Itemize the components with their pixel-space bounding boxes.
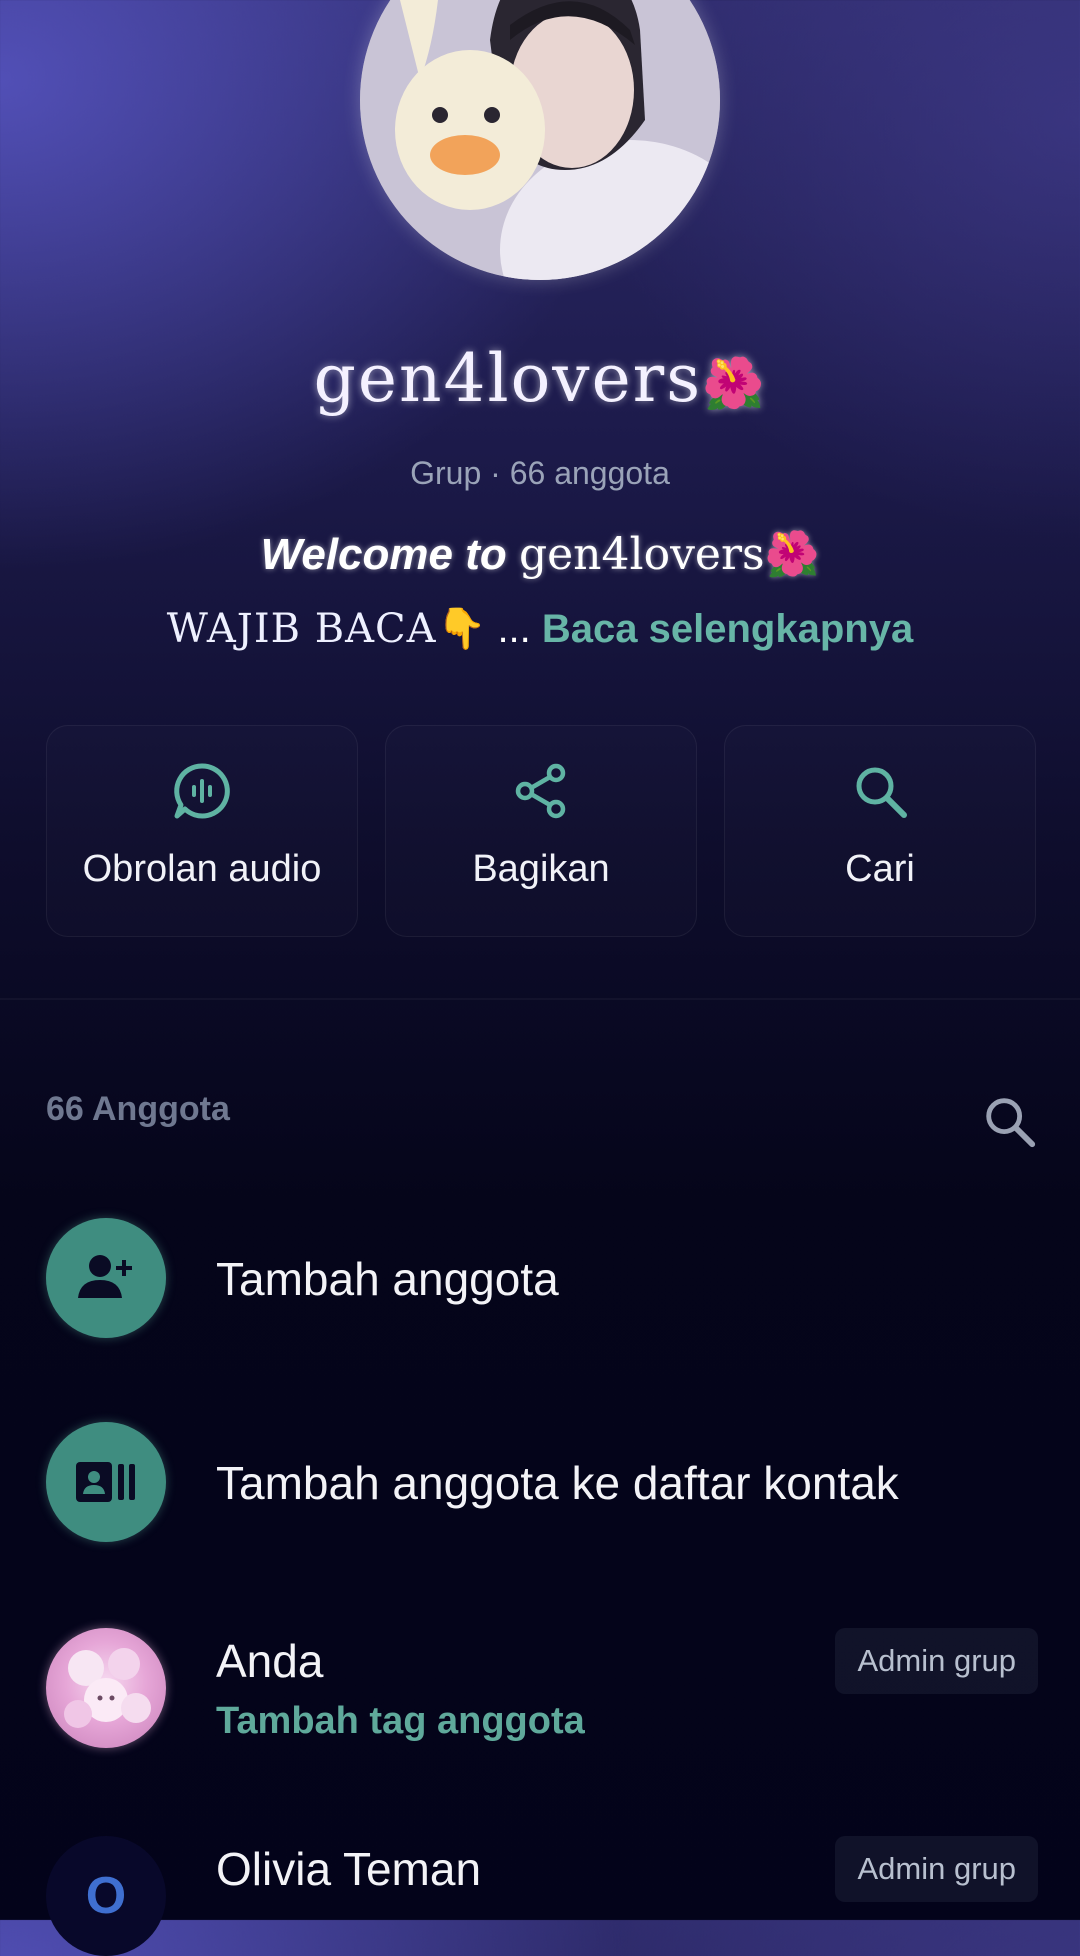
share-button[interactable]: Bagikan (385, 725, 697, 937)
search-icon (856, 767, 907, 818)
add-member-icon-circle (46, 1218, 166, 1338)
avatar (46, 1628, 166, 1748)
group-name: gen4lovers🌺 (0, 340, 1080, 417)
add-contacts-icon-circle (46, 1422, 166, 1542)
audio-chat-button[interactable]: Obrolan audio (46, 725, 358, 937)
description-ellipsis: ... (486, 607, 531, 651)
member-name: Olivia Teman (216, 1843, 482, 1895)
admin-badge: Admin grup (835, 1628, 1038, 1694)
add-to-contacts-row[interactable]: Tambah anggota ke daftar kontak (0, 1422, 1080, 1542)
audio-chat-label: Obrolan audio (82, 848, 322, 890)
description-text: WAJIB BACA (166, 606, 437, 652)
contact-card-icon (76, 1462, 135, 1502)
add-person-icon (78, 1255, 132, 1298)
add-to-contacts-label: Tambah anggota ke daftar kontak (216, 1457, 899, 1509)
admin-badge: Admin grup (835, 1836, 1038, 1902)
section-divider (0, 998, 1080, 1000)
read-more-link[interactable]: Baca selengkapnya (542, 607, 913, 651)
add-member-tag-link[interactable]: Tambah tag anggota (216, 1700, 585, 1743)
group-description: WAJIB BACA👇 ... Baca selengkapnya (0, 605, 1080, 652)
share-icon (515, 763, 566, 819)
group-meta[interactable]: Grup · 66 anggota (0, 455, 1080, 492)
group-welcome: Welcome to gen4lovers🌺 (0, 528, 1080, 580)
add-member-row[interactable]: Tambah anggota (0, 1218, 1080, 1338)
hibiscus-icon: 🌺 (702, 354, 767, 413)
members-search-icon[interactable] (980, 1092, 1038, 1150)
member-row[interactable]: Anda Tambah tag anggota Admin grup (0, 1628, 1080, 1752)
avatar-image (64, 1648, 151, 1728)
member-row[interactable]: O Olivia Teman Admin grup (0, 1836, 1080, 1956)
welcome-lead: Welcome to (260, 530, 507, 579)
search-label: Cari (845, 848, 915, 890)
members-count: 66 Anggota (46, 1090, 230, 1128)
audio-chat-icon (174, 763, 230, 819)
search-button[interactable]: Cari (724, 725, 1036, 937)
group-photo (360, 0, 720, 280)
avatar: O (46, 1836, 166, 1956)
pointing-down-icon: 👇 (436, 607, 487, 651)
hibiscus-icon: 🌺 (764, 530, 820, 579)
group-name-text: gen4lovers (313, 340, 703, 417)
welcome-group-name: gen4lovers (518, 529, 765, 580)
add-member-label: Tambah anggota (216, 1253, 559, 1305)
member-name: Anda (216, 1635, 324, 1687)
share-label: Bagikan (472, 848, 610, 890)
group-avatar[interactable] (360, 0, 720, 280)
action-bar: Obrolan audio Bagikan Cari (46, 725, 1036, 937)
